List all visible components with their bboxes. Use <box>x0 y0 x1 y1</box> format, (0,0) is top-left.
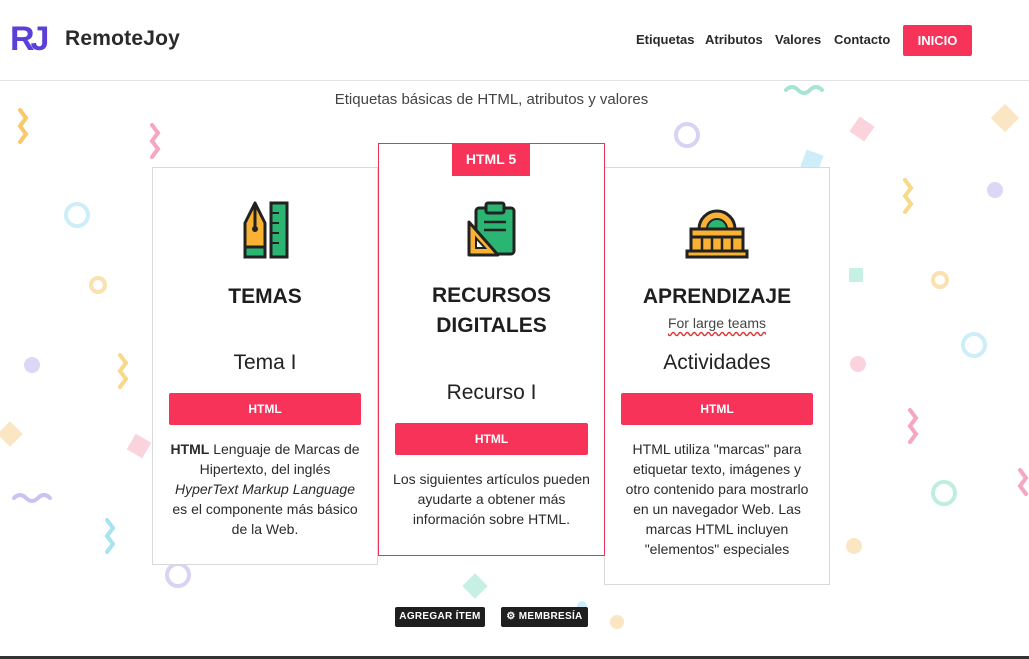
membership-label: MEMBRESÍA <box>518 611 583 622</box>
clipboard-ruler-icon <box>467 201 516 257</box>
inicio-button[interactable]: INICIO <box>903 25 972 56</box>
html5-ribbon: HTML 5 <box>452 143 530 176</box>
svg-text:RJ: RJ <box>10 20 48 58</box>
description-italic: HyperText Markup Language <box>174 481 356 497</box>
description-part-1: Lenguaje de Marcas de Hipertexto, del in… <box>199 441 360 477</box>
card-item: Recurso I <box>446 381 537 404</box>
card-title: APRENDIZAJE <box>642 285 792 308</box>
nav-contacto[interactable]: Contacto <box>834 32 890 47</box>
card-item: Actividades <box>663 351 771 374</box>
card-description: HTML utiliza "marcas" para etiquetar tex… <box>625 441 809 557</box>
logo-icon[interactable]: RJ <box>10 14 52 64</box>
card-title-line-1: RECURSOS <box>431 284 552 307</box>
description-part-2: es el componente más básico de la Web. <box>172 501 358 537</box>
nav-valores[interactable]: Valores <box>775 32 821 47</box>
membership-button[interactable]: ⚙ MEMBRESÍA <box>501 607 588 627</box>
nav-atributos[interactable]: Atributos <box>705 32 763 47</box>
card-title: TEMAS <box>228 285 302 308</box>
card-temas: TEMAS Tema I HTML HTML Lenguaje de Marca… <box>152 167 378 565</box>
card-subtitle-text: For large teams <box>667 315 767 331</box>
card-title-line-2: DIGITALES <box>436 314 547 337</box>
card-description: Los siguientes artículos pueden ayudarte… <box>393 471 590 527</box>
gear-icon: ⚙ <box>506 611 516 622</box>
header: RJ RemoteJoy Etiquetas Atributos Valores… <box>0 0 1029 81</box>
card-description: HTML Lenguaje de Marcas de Hipertexto, d… <box>169 439 361 539</box>
page-subtitle: Etiquetas básicas de HTML, atributos y v… <box>334 91 649 108</box>
html-button[interactable]: HTML <box>395 423 588 455</box>
html-button[interactable]: HTML <box>621 393 813 425</box>
building-icon <box>685 209 749 259</box>
card-recursos: RECURSOS DIGITALES Recurso I HTML Los si… <box>378 143 605 556</box>
description-bold: HTML <box>170 441 210 457</box>
card-aprendizaje: APRENDIZAJE For large teams Actividades … <box>604 167 830 585</box>
card-item: Tema I <box>233 351 297 374</box>
add-item-button[interactable]: AGREGAR ÍTEM <box>395 607 485 627</box>
pen-ruler-icon <box>243 201 289 259</box>
html-button[interactable]: HTML <box>169 393 361 425</box>
card-subtitle: For large teams <box>605 315 829 331</box>
nav-etiquetas[interactable]: Etiquetas <box>636 32 695 47</box>
brand-name[interactable]: RemoteJoy <box>65 27 180 51</box>
